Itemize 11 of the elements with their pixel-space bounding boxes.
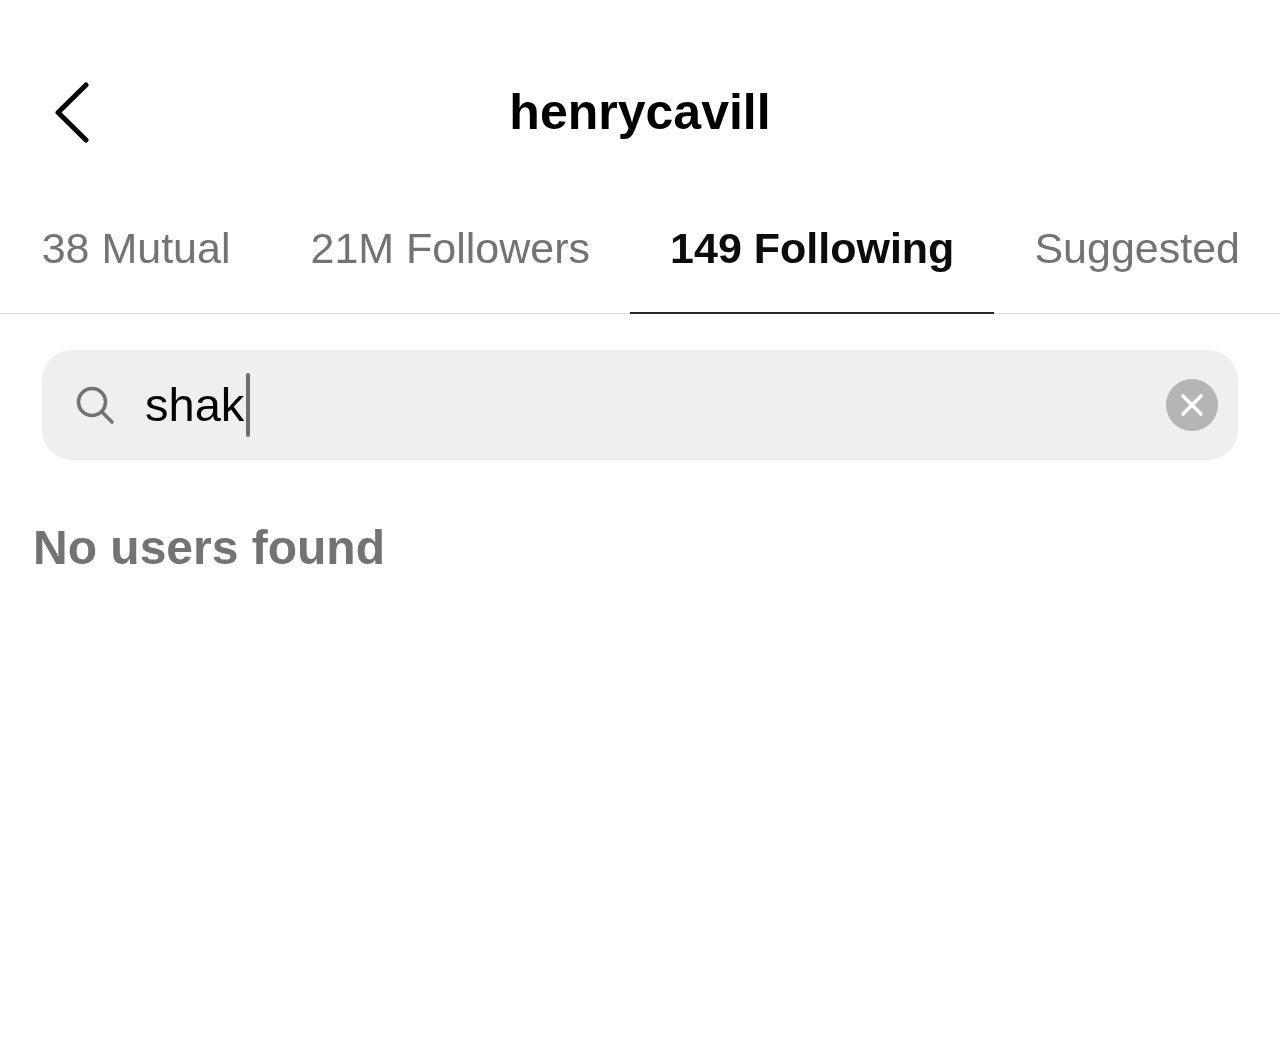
search-icon xyxy=(75,385,115,425)
tab[interactable]: 149 Following xyxy=(630,166,995,314)
close-icon xyxy=(1181,394,1203,416)
back-button[interactable] xyxy=(53,81,90,143)
tab[interactable]: 21M Followers xyxy=(270,166,631,314)
search-field[interactable]: shak xyxy=(42,350,1238,460)
tab[interactable]: 38 Mutual xyxy=(1,166,271,314)
profile-username: henrycavill xyxy=(509,83,771,142)
chevron-left-icon xyxy=(53,81,90,143)
tab[interactable]: Suggested xyxy=(994,166,1280,314)
no-results-message: No users found xyxy=(33,520,386,576)
